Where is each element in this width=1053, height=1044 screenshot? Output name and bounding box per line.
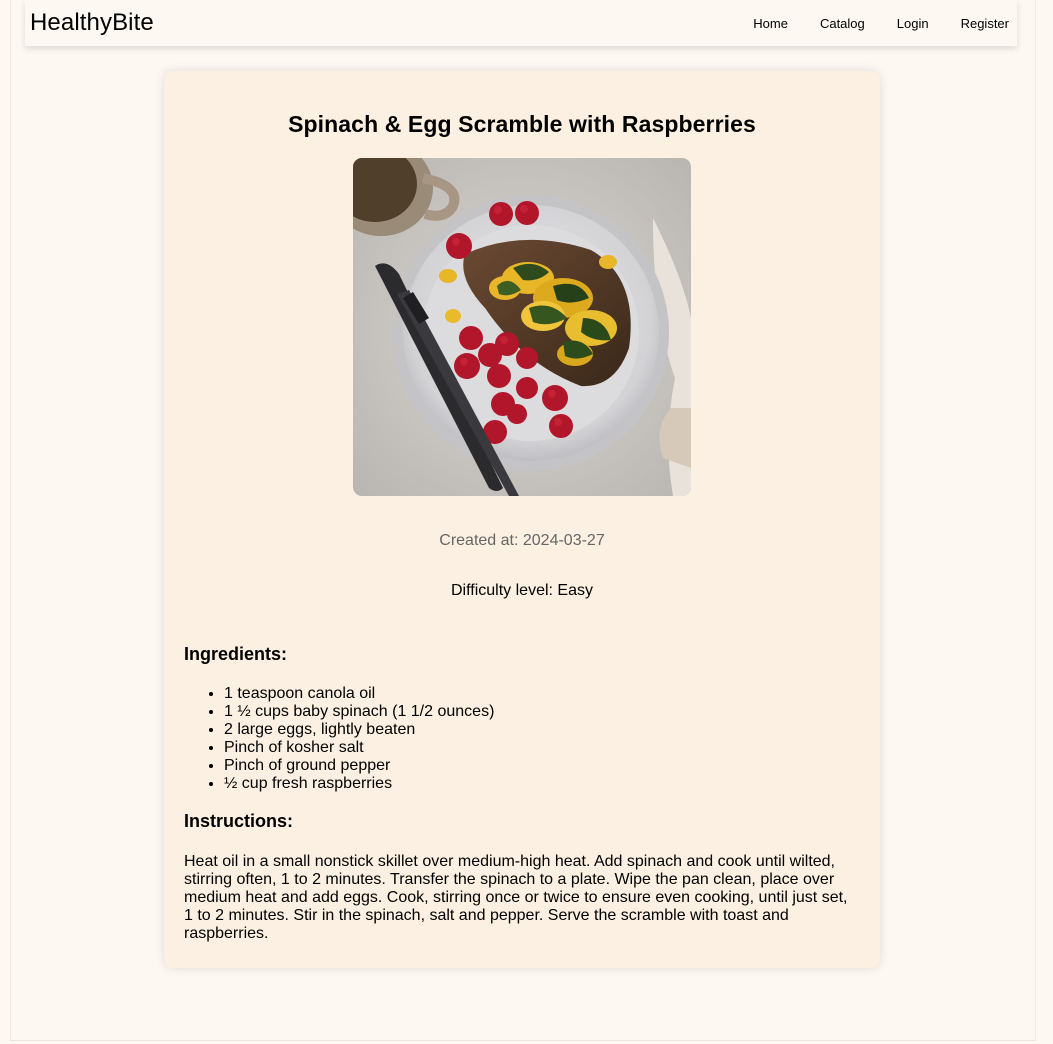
- nav-login-link[interactable]: Login: [897, 16, 929, 31]
- nav-home-link[interactable]: Home: [753, 16, 788, 31]
- ingredient-item: Pinch of ground pepper: [224, 757, 860, 775]
- ingredient-item: 1 ½ cups baby spinach (1 1/2 ounces): [224, 703, 860, 721]
- ingredients-heading: Ingredients:: [184, 644, 288, 664]
- ingredient-item: 2 large eggs, lightly beaten: [224, 721, 860, 739]
- instructions-heading: Instructions:: [184, 811, 294, 831]
- created-date: Created at: 2024-03-27: [439, 532, 605, 549]
- recipe-photo: [353, 158, 691, 496]
- ingredients-list: 1 teaspoon canola oil 1 ½ cups baby spin…: [184, 685, 860, 793]
- brand-logo[interactable]: HealthyBite: [30, 9, 154, 37]
- nav-catalog-link[interactable]: Catalog: [820, 16, 865, 31]
- navbar: HealthyBite Home Catalog Login Register: [25, 0, 1017, 46]
- difficulty-level: Difficulty level: Easy: [451, 582, 593, 599]
- nav-links: Home Catalog Login Register: [721, 0, 1017, 46]
- ingredient-item: Pinch of kosher salt: [224, 739, 860, 757]
- ingredient-item: 1 teaspoon canola oil: [224, 685, 860, 703]
- recipe-title: Spinach & Egg Scramble with Raspberries: [288, 111, 756, 137]
- recipe-details-card: Spinach & Egg Scramble with Raspberries: [164, 71, 880, 968]
- ingredient-item: ½ cup fresh raspberries: [224, 775, 860, 793]
- nav-register-link[interactable]: Register: [961, 16, 1009, 31]
- instructions-text: Heat oil in a small nonstick skillet ove…: [184, 853, 848, 942]
